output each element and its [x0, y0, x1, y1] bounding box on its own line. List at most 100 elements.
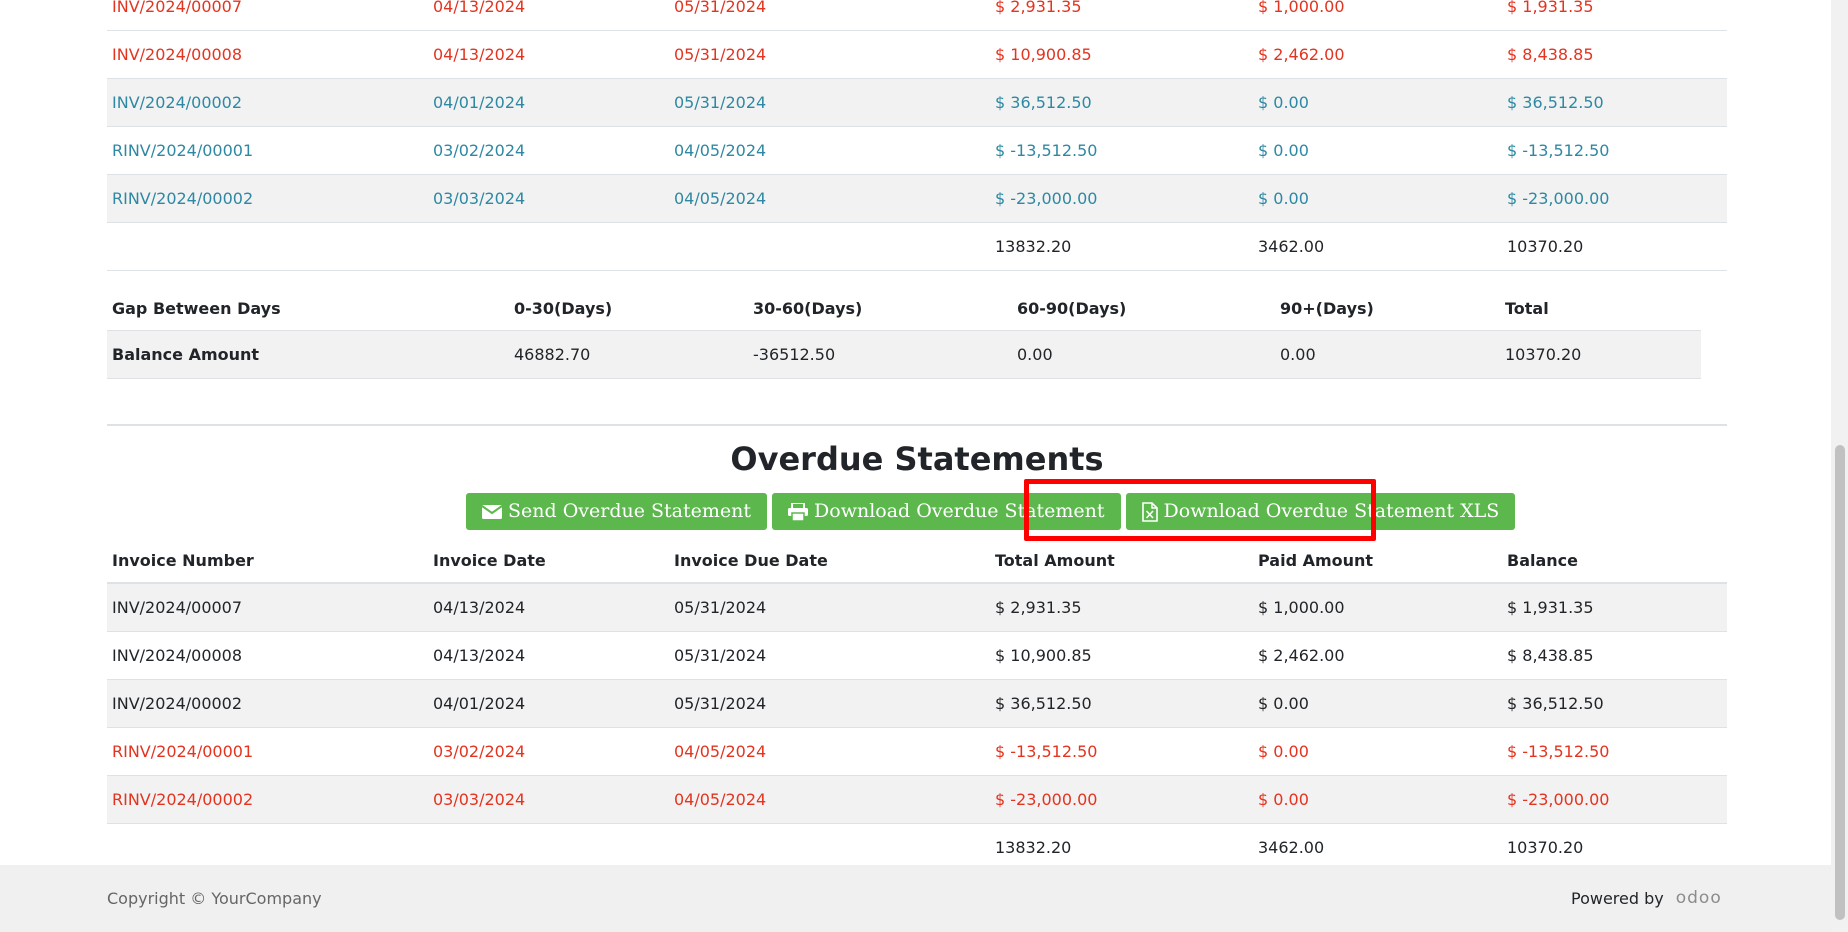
balance: $ 36,512.50	[1502, 78, 1727, 127]
odoo-logo[interactable]: odoo	[1676, 888, 1722, 908]
invoice-number[interactable]: INV/2024/00007	[107, 0, 428, 31]
aging-header: Total	[1500, 286, 1701, 331]
aging-header-row: Gap Between Days 0-30(Days) 30-60(Days) …	[107, 286, 1701, 331]
invoice-date: 03/03/2024	[428, 174, 669, 223]
table-row: RINV/2024/00002 03/03/2024 04/05/2024 $ …	[107, 775, 1727, 824]
invoice-date: 03/02/2024	[428, 126, 669, 175]
invoice-due-date: 04/05/2024	[669, 775, 990, 824]
invoice-number[interactable]: RINV/2024/00001	[107, 727, 428, 776]
vertical-scrollbar[interactable]	[1831, 0, 1848, 932]
aging-header: 60-90(Days)	[1012, 286, 1275, 331]
column-header: Paid Amount	[1253, 538, 1502, 584]
invoice-due-date: 04/05/2024	[669, 174, 990, 223]
aging-value: 10370.20	[1500, 330, 1701, 379]
aging-value: 46882.70	[509, 330, 748, 379]
customer-statement-table: INV/2024/00007 04/13/2024 05/31/2024 $ 2…	[107, 0, 1727, 271]
table-row: INV/2024/00008 04/13/2024 05/31/2024 $ 1…	[107, 631, 1727, 680]
total-amount: $ -13,512.50	[990, 727, 1253, 776]
aging-value: 0.00	[1012, 330, 1275, 379]
paid-amount: $ 2,462.00	[1253, 631, 1502, 680]
table-row: INV/2024/00007 04/13/2024 05/31/2024 $ 2…	[107, 583, 1727, 632]
total-amount: $ 10,900.85	[990, 631, 1253, 680]
total-amount: $ 2,931.35	[990, 0, 1253, 31]
invoice-due-date: 05/31/2024	[669, 0, 990, 31]
paid-amount: $ 0.00	[1253, 78, 1502, 127]
invoice-date: 04/13/2024	[428, 0, 669, 31]
invoice-number[interactable]: INV/2024/00008	[107, 631, 428, 680]
balance-amount-label: Balance Amount	[107, 330, 509, 379]
total-amount-sum: 13832.20	[990, 222, 1253, 271]
paid-amount: $ 0.00	[1253, 126, 1502, 175]
scrollbar-thumb[interactable]	[1835, 445, 1845, 920]
column-header: Invoice Due Date	[669, 538, 990, 584]
invoice-number[interactable]: RINV/2024/00001	[107, 126, 428, 175]
invoice-due-date: 04/05/2024	[669, 727, 990, 776]
footer: Copyright © YourCompany Powered by odoo	[0, 865, 1831, 932]
print-icon	[788, 502, 809, 521]
invoice-date: 04/13/2024	[428, 583, 669, 632]
total-amount: $ -13,512.50	[990, 126, 1253, 175]
aging-header: Gap Between Days	[107, 286, 509, 331]
invoice-due-date: 05/31/2024	[669, 30, 990, 79]
aging-header: 30-60(Days)	[748, 286, 1012, 331]
total-amount: $ 36,512.50	[990, 78, 1253, 127]
send-overdue-statement-button[interactable]: Send Overdue Statement	[466, 493, 768, 530]
aging-value: -36512.50	[748, 330, 1012, 379]
balance: $ -13,512.50	[1502, 727, 1727, 776]
invoice-due-date: 05/31/2024	[669, 679, 990, 728]
paid-amount: $ 2,462.00	[1253, 30, 1502, 79]
invoice-date: 04/01/2024	[428, 679, 669, 728]
balance: $ -23,000.00	[1502, 174, 1727, 223]
overdue-header-row: Invoice Number Invoice Date Invoice Due …	[107, 538, 1727, 584]
powered-by-label: Powered by	[1571, 888, 1664, 908]
balance: $ 8,438.85	[1502, 631, 1727, 680]
column-header: Total Amount	[990, 538, 1253, 584]
table-row: RINV/2024/00001 03/02/2024 04/05/2024 $ …	[107, 126, 1727, 175]
paid-amount: $ 0.00	[1253, 775, 1502, 824]
overdue-statement-table: Invoice Number Invoice Date Invoice Due …	[107, 538, 1727, 872]
balance: $ 8,438.85	[1502, 30, 1727, 79]
paid-amount: $ 1,000.00	[1253, 0, 1502, 31]
table-row: RINV/2024/00002 03/03/2024 04/05/2024 $ …	[107, 174, 1727, 223]
column-header: Invoice Date	[428, 538, 669, 584]
invoice-number[interactable]: RINV/2024/00002	[107, 174, 428, 223]
column-header: Invoice Number	[107, 538, 428, 584]
table-row: INV/2024/00002 04/01/2024 05/31/2024 $ 3…	[107, 679, 1727, 728]
aging-table: Gap Between Days 0-30(Days) 30-60(Days) …	[107, 286, 1701, 379]
total-amount: $ 10,900.85	[990, 30, 1253, 79]
invoice-date: 04/13/2024	[428, 631, 669, 680]
table-row: INV/2024/00008 04/13/2024 05/31/2024 $ 1…	[107, 30, 1727, 79]
total-amount: $ -23,000.00	[990, 174, 1253, 223]
balance: $ 36,512.50	[1502, 679, 1727, 728]
paid-amount: $ 0.00	[1253, 727, 1502, 776]
powered-by: Powered by odoo	[1571, 888, 1722, 908]
invoice-date: 03/02/2024	[428, 727, 669, 776]
balance: $ 1,931.35	[1502, 583, 1727, 632]
totals-row: 13832.20 3462.00 10370.20	[107, 222, 1727, 271]
total-amount: $ 36,512.50	[990, 679, 1253, 728]
invoice-number[interactable]: INV/2024/00002	[107, 679, 428, 728]
paid-amount: $ 0.00	[1253, 679, 1502, 728]
invoice-date: 04/13/2024	[428, 30, 669, 79]
aging-header: 90+(Days)	[1275, 286, 1500, 331]
invoice-due-date: 04/05/2024	[669, 126, 990, 175]
highlight-box	[1024, 479, 1376, 541]
invoice-date: 04/01/2024	[428, 78, 669, 127]
invoice-date: 03/03/2024	[428, 775, 669, 824]
invoice-number[interactable]: INV/2024/00008	[107, 30, 428, 79]
table-row: INV/2024/00007 04/13/2024 05/31/2024 $ 2…	[107, 0, 1727, 31]
paid-amount-sum: 3462.00	[1253, 222, 1502, 271]
invoice-number[interactable]: INV/2024/00002	[107, 78, 428, 127]
aging-header: 0-30(Days)	[509, 286, 748, 331]
table-row: RINV/2024/00001 03/02/2024 04/05/2024 $ …	[107, 727, 1727, 776]
invoice-number[interactable]: RINV/2024/00002	[107, 775, 428, 824]
total-amount: $ -23,000.00	[990, 775, 1253, 824]
invoice-due-date: 05/31/2024	[669, 631, 990, 680]
invoice-number[interactable]: INV/2024/00007	[107, 583, 428, 632]
send-overdue-statement-label: Send Overdue Statement	[508, 500, 752, 522]
invoice-due-date: 05/31/2024	[669, 583, 990, 632]
balance-sum: 10370.20	[1502, 222, 1727, 271]
total-amount: $ 2,931.35	[990, 583, 1253, 632]
aging-value: 0.00	[1275, 330, 1500, 379]
column-header: Balance	[1502, 538, 1727, 584]
